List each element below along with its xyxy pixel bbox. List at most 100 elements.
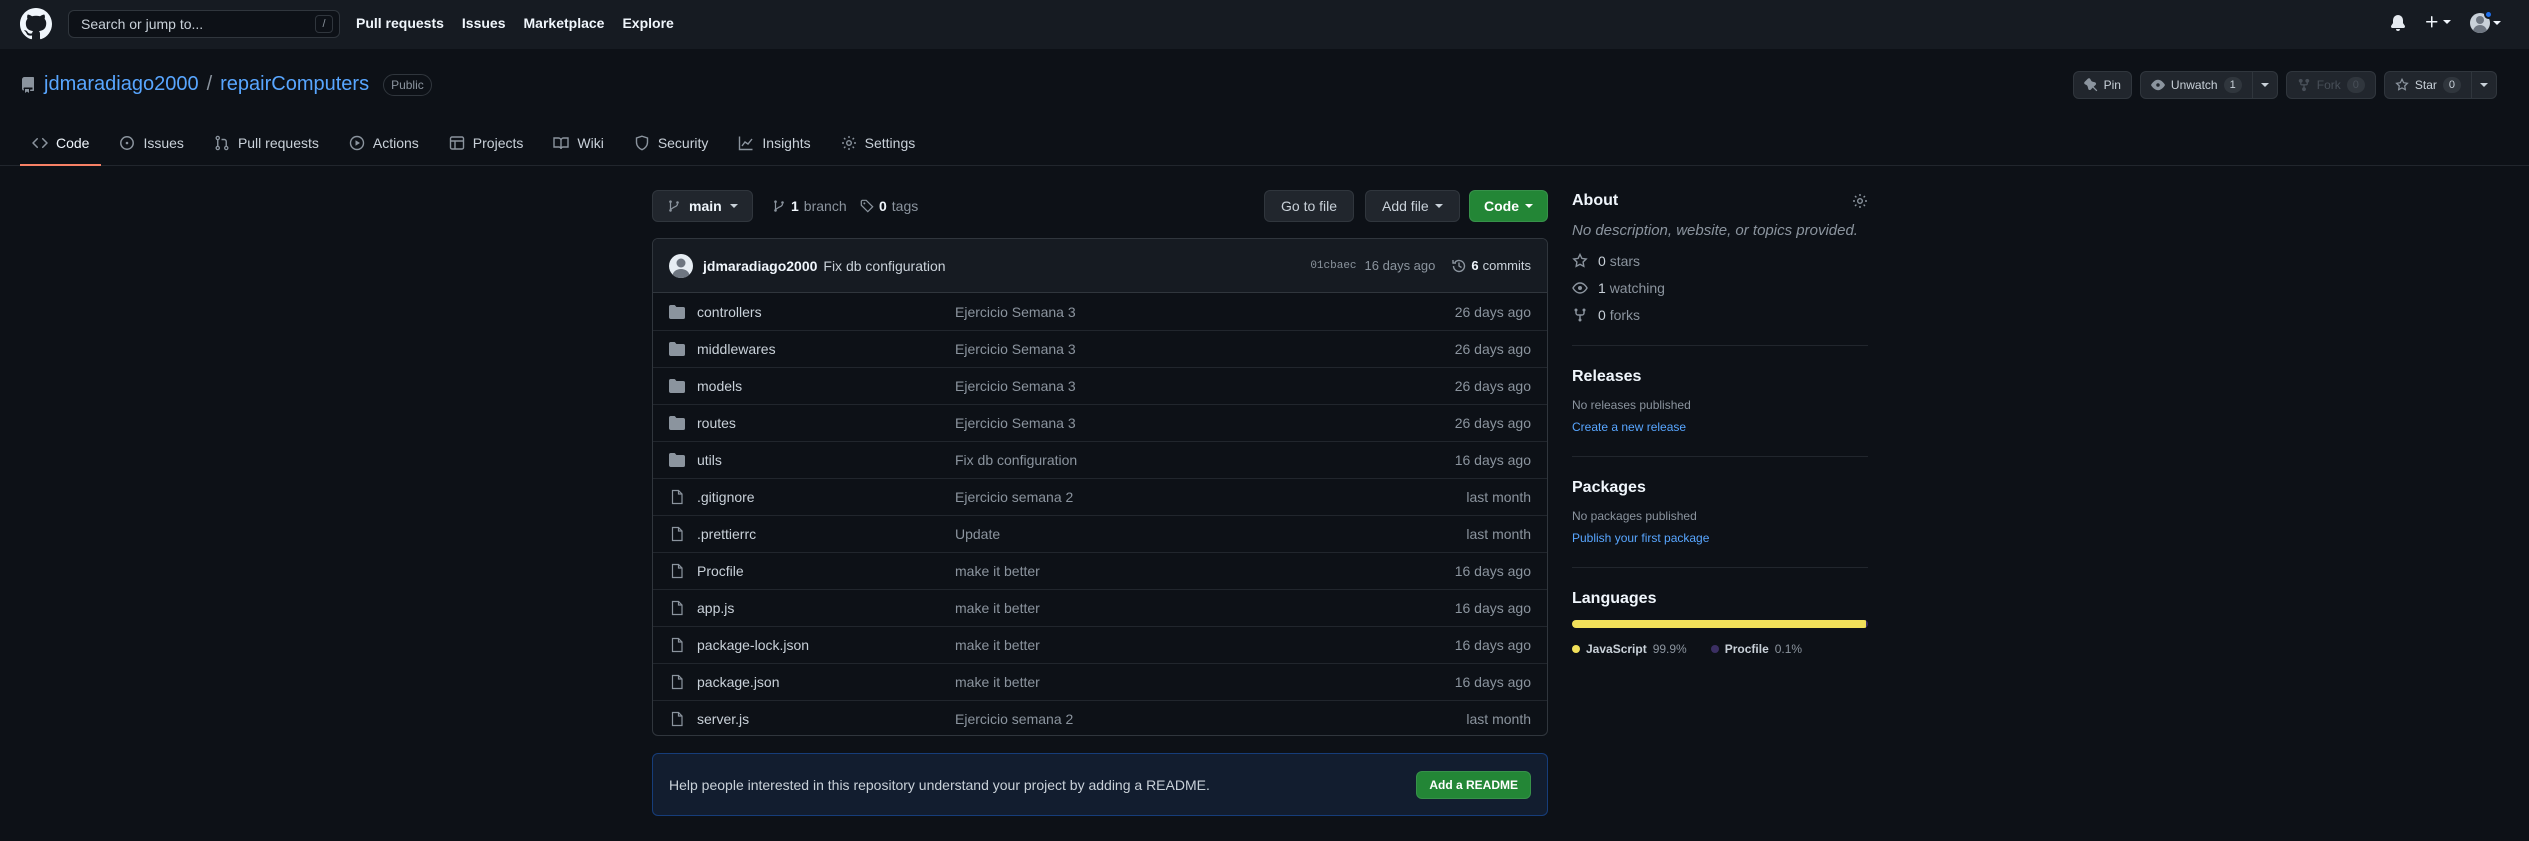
file-row[interactable]: server.js Ejercicio semana 2 last month (653, 700, 1547, 735)
file-name-link[interactable]: controllers (697, 304, 955, 320)
branch-count-label: branch (803, 198, 847, 214)
file-commit-message-link[interactable]: Ejercicio semana 2 (955, 711, 1073, 727)
releases-title[interactable]: Releases (1572, 368, 1868, 386)
pin-button[interactable]: Pin (2072, 71, 2132, 99)
caret-down-icon (729, 204, 738, 208)
stars-link[interactable]: 0 stars (1572, 253, 1868, 269)
nav-marketplace[interactable]: Marketplace (524, 15, 605, 31)
file-name-link[interactable]: app.js (697, 600, 955, 616)
repo-owner-link[interactable]: jdmaradiago2000 (44, 73, 199, 96)
commit-author-link[interactable]: jdmaradiago2000 (703, 258, 817, 274)
file-commit-message-link[interactable]: Update (955, 526, 1000, 542)
tab-actions[interactable]: Actions (337, 120, 431, 165)
language-name: JavaScript (1586, 642, 1647, 656)
file-name-link[interactable]: .prettierrc (697, 526, 955, 542)
tab-code[interactable]: Code (20, 120, 102, 166)
commit-message-link[interactable]: Fix db configuration (823, 258, 945, 274)
user-menu[interactable] (2470, 10, 2501, 33)
forks-link[interactable]: 0 forks (1572, 307, 1868, 323)
star-dropdown-button[interactable] (2472, 71, 2497, 99)
readme-prompt: Help people interested in this repositor… (652, 753, 1548, 816)
gear-icon[interactable] (1852, 193, 1868, 209)
branch-select-button[interactable]: main (652, 190, 753, 222)
file-commit-message-link[interactable]: make it better (955, 637, 1040, 653)
file-row[interactable]: .gitignore Ejercicio semana 2 last month (653, 478, 1547, 515)
file-name-link[interactable]: package-lock.json (697, 637, 955, 653)
publish-package-link[interactable]: Publish your first package (1572, 531, 1709, 545)
file-commit-message-link[interactable]: Ejercicio Semana 3 (955, 304, 1076, 320)
nav-explore[interactable]: Explore (622, 15, 673, 31)
file-commit-age: 26 days ago (1454, 341, 1531, 357)
language-item[interactable]: Procfile 0.1% (1710, 642, 1802, 656)
add-file-button[interactable]: Add file (1365, 190, 1460, 222)
file-commit-message-link[interactable]: Ejercicio Semana 3 (955, 415, 1076, 431)
repo-tabs: Code Issues Pull requests Actions Projec… (0, 120, 2529, 166)
about-section: About No description, website, or topics… (1572, 192, 1868, 346)
file-commit-message-link[interactable]: Ejercicio Semana 3 (955, 378, 1076, 394)
tab-settings[interactable]: Settings (829, 120, 928, 165)
file-commit-message-link[interactable]: Fix db configuration (955, 452, 1077, 468)
tab-insights[interactable]: Insights (726, 120, 822, 165)
file-commit-message-link[interactable]: Ejercicio Semana 3 (955, 341, 1076, 357)
tab-wiki[interactable]: Wiki (541, 120, 615, 165)
watchers-link[interactable]: 1 watching (1572, 280, 1868, 296)
notifications-bell-icon[interactable] (2390, 14, 2406, 32)
history-icon (1452, 259, 1466, 272)
file-commit-message-link[interactable]: Ejercicio semana 2 (955, 489, 1073, 505)
commit-author-avatar[interactable] (669, 253, 693, 278)
tags-link[interactable]: 0 tags (860, 198, 918, 214)
add-readme-button[interactable]: Add a README (1416, 771, 1531, 799)
unwatch-button[interactable]: Unwatch 1 (2139, 71, 2253, 99)
file-commit-age: last month (1466, 489, 1531, 505)
go-to-file-button[interactable]: Go to file (1264, 190, 1355, 222)
branches-link[interactable]: 1 branch (772, 198, 847, 214)
plus-icon (2426, 16, 2438, 28)
folder-icon (669, 379, 685, 393)
file-name-link[interactable]: server.js (697, 711, 955, 727)
packages-title[interactable]: Packages (1572, 479, 1868, 497)
nav-issues[interactable]: Issues (462, 15, 506, 31)
file-row[interactable]: controllers Ejercicio Semana 3 26 days ago (653, 293, 1547, 330)
file-row[interactable]: package-lock.json make it better 16 days a… (653, 626, 1547, 663)
file-row[interactable]: routes Ejercicio Semana 3 26 days ago (653, 404, 1547, 441)
tab-security[interactable]: Security (622, 120, 721, 165)
file-commit-message-link[interactable]: make it better (955, 674, 1040, 690)
tab-pull-requests[interactable]: Pull requests (202, 120, 331, 165)
create-release-link[interactable]: Create a new release (1572, 420, 1686, 434)
tab-issues[interactable]: Issues (107, 120, 195, 165)
file-row[interactable]: models Ejercicio Semana 3 26 days ago (653, 367, 1547, 404)
stars-label: stars (1609, 253, 1641, 269)
file-row[interactable]: middlewares Ejercicio Semana 3 26 days ago (653, 330, 1547, 367)
file-name-link[interactable]: middlewares (697, 341, 955, 357)
star-control: Star 0 (2383, 71, 2497, 99)
file-name-link[interactable]: routes (697, 415, 955, 431)
releases-section: Releases No releases published Create a … (1572, 368, 1868, 457)
star-button[interactable]: Star 0 (2383, 71, 2472, 99)
file-commit-message-link[interactable]: make it better (955, 563, 1040, 579)
file-name-link[interactable]: Procfile (697, 563, 955, 579)
nav-pull-requests[interactable]: Pull requests (356, 15, 444, 31)
fork-icon (2298, 78, 2309, 92)
caret-down-icon (2443, 20, 2451, 24)
commit-sha-link[interactable]: 01cbaec (1310, 260, 1356, 272)
file-row[interactable]: app.js make it better 16 days ago (653, 589, 1547, 626)
language-item[interactable]: JavaScript 99.9% (1572, 642, 1687, 656)
file-row[interactable]: .prettierrc Update last month (653, 515, 1547, 552)
file-name-link[interactable]: utils (697, 452, 955, 468)
file-name-link[interactable]: .gitignore (697, 489, 955, 505)
unwatch-dropdown-button[interactable] (2252, 71, 2278, 99)
search-input[interactable]: Search or jump to... / (68, 10, 340, 38)
fork-button[interactable]: Fork 0 (2285, 71, 2376, 99)
file-commit-message-link[interactable]: make it better (955, 600, 1040, 616)
create-new-menu[interactable] (2424, 14, 2451, 30)
file-row[interactable]: utils Fix db configuration 16 days ago (653, 441, 1547, 478)
file-name-link[interactable]: models (697, 378, 955, 394)
code-button[interactable]: Code (1469, 190, 1548, 222)
file-row[interactable]: Procfile make it better 16 days ago (653, 552, 1547, 589)
file-row[interactable]: package.json make it better 16 days ago (653, 663, 1547, 700)
repo-name-link[interactable]: repairComputers (220, 73, 369, 96)
github-logo-icon[interactable] (20, 8, 52, 40)
commit-history-link[interactable]: 6 commits (1451, 258, 1531, 274)
tab-projects[interactable]: Projects (437, 120, 536, 165)
file-name-link[interactable]: package.json (697, 674, 955, 690)
